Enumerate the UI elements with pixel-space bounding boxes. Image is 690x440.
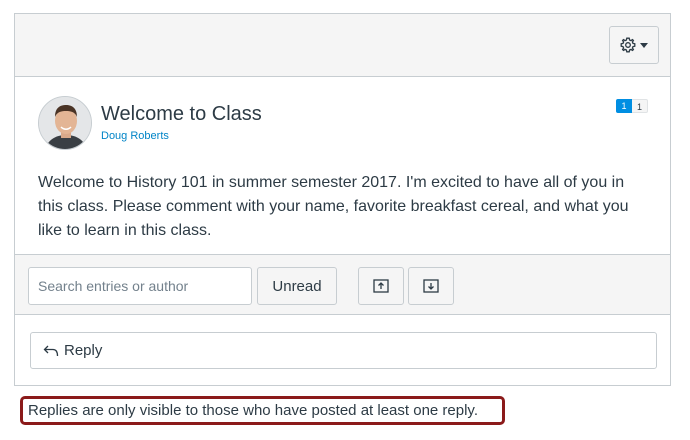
reply-button[interactable]: Reply xyxy=(30,332,657,369)
topic-message: Welcome to History 101 in summer semeste… xyxy=(38,174,629,239)
reply-arrow-icon xyxy=(43,345,59,356)
unread-count-badge: 1 1 xyxy=(616,99,648,113)
gear-icon xyxy=(620,37,636,53)
discussion-toolbar: Unread xyxy=(15,254,670,315)
author-name-link[interactable]: Doug Roberts xyxy=(101,130,169,142)
chevron-down-icon xyxy=(640,42,648,48)
reply-label: Reply xyxy=(64,342,103,359)
expand-all-icon xyxy=(423,279,439,293)
discussion-header-bar xyxy=(15,14,670,77)
unread-count: 1 xyxy=(616,99,632,113)
settings-menu-button[interactable] xyxy=(609,26,659,64)
replies-visibility-notice: Replies are only visible to those who ha… xyxy=(20,396,505,425)
discussion-panel: Welcome to Class Doug Roberts 1 1 Welcom… xyxy=(14,13,671,386)
topic-title: Welcome to Class xyxy=(101,103,262,125)
expand-all-button[interactable] xyxy=(408,267,454,305)
author-avatar[interactable] xyxy=(38,96,92,150)
unread-filter-button[interactable]: Unread xyxy=(257,267,337,305)
search-input[interactable] xyxy=(28,267,252,305)
total-count: 1 xyxy=(632,99,648,113)
collapse-all-icon xyxy=(373,279,389,293)
collapse-all-button[interactable] xyxy=(358,267,404,305)
avatar-photo xyxy=(39,97,91,149)
